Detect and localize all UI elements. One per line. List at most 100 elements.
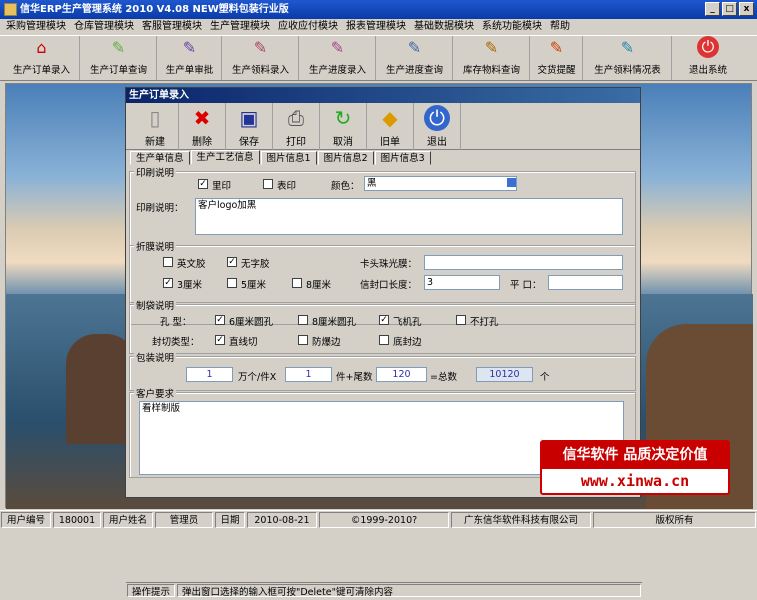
bottom-seal-checkbox[interactable] bbox=[379, 335, 389, 345]
delete-button[interactable]: ✖ 删除 bbox=[179, 103, 226, 150]
window-title: 信华ERP生产管理系统 2010 V4.08 NEW塑料包装行业版 bbox=[20, 4, 289, 15]
english-glue-label: 英文胶 bbox=[177, 259, 206, 270]
document-search-icon: ✎ bbox=[111, 37, 126, 57]
3cm-checkbox[interactable]: ✓ bbox=[163, 278, 173, 288]
save-button[interactable]: ▣ 保存 bbox=[226, 103, 273, 150]
tab-image-1[interactable]: 图片信息1 bbox=[260, 151, 317, 165]
stock-icon: ✎ bbox=[484, 37, 499, 57]
no-text-glue-checkbox[interactable]: ✓ bbox=[227, 257, 237, 267]
user-no-label: 用户编号 bbox=[1, 512, 51, 528]
menu-help[interactable]: 帮助 bbox=[550, 19, 570, 35]
hole-8cm-checkbox[interactable] bbox=[298, 315, 308, 325]
inner-print-checkbox[interactable]: ✓ bbox=[198, 179, 208, 189]
menu-receivables[interactable]: 应收应付模块 bbox=[278, 19, 338, 35]
piece-remainder-label: 件+尾数 bbox=[336, 372, 373, 383]
exit-system-button[interactable]: ⏻ 退出系统 bbox=[673, 36, 743, 80]
company-name: 广东信华软件科技有限公司 bbox=[451, 512, 591, 528]
material-request-button[interactable]: ✎ 生产领料录入 bbox=[223, 36, 299, 80]
fold-group-label: 折膜说明 bbox=[134, 239, 177, 253]
window-titlebar: 信华ERP生产管理系统 2010 V4.08 NEW塑料包装行业版 _ □ x bbox=[0, 0, 757, 19]
no-hole-checkbox[interactable] bbox=[456, 315, 466, 325]
pearl-film-input[interactable] bbox=[424, 255, 623, 270]
stock-query-button[interactable]: ✎ 库存物料查询 bbox=[454, 36, 530, 80]
hole-6cm-label: 6厘米圆孔 bbox=[229, 317, 274, 328]
plane-hole-label: 飞机孔 bbox=[393, 317, 422, 328]
new-button[interactable]: ▯ 新建 bbox=[132, 103, 179, 150]
hole-8cm-label: 8厘米圆孔 bbox=[312, 317, 357, 328]
cancel-button[interactable]: ↻ 取消 bbox=[320, 103, 367, 150]
pack-unit-label: 万个/件X bbox=[238, 372, 277, 383]
tab-process-info[interactable]: 生产工艺信息 bbox=[190, 150, 260, 164]
folder-icon: ◆ bbox=[382, 106, 398, 130]
hole-type-label: 孔 型： bbox=[160, 317, 192, 328]
burst-edge-checkbox[interactable] bbox=[298, 335, 308, 345]
straight-cut-checkbox[interactable]: ✓ bbox=[215, 335, 225, 345]
main-toolbar: ⌂ 生产订单录入 ✎ 生产订单查询 ✎ 生产单审批 ✎ 生产领料录入 ✎ 生产进度录入 ✎… bbox=[0, 35, 757, 81]
burst-edge-label: 防爆边 bbox=[312, 337, 341, 348]
order-query-button[interactable]: ✎ 生产订单查询 bbox=[81, 36, 157, 80]
copyright-text: ©1999-2010? bbox=[319, 512, 449, 528]
flap-length-input[interactable]: 3 bbox=[424, 275, 500, 290]
material-report-button[interactable]: ✎ 生产领料情况表 bbox=[584, 36, 672, 80]
color-input[interactable]: 黑 bbox=[364, 176, 517, 191]
close-button[interactable]: x bbox=[739, 2, 754, 16]
print-group-label: 印刷说明 bbox=[134, 165, 177, 179]
customer-group-label: 客户要求 bbox=[134, 386, 177, 400]
maximize-button[interactable]: □ bbox=[722, 2, 737, 16]
5cm-label: 5厘米 bbox=[241, 280, 267, 291]
pack-qty-input[interactable]: 1 bbox=[186, 367, 233, 382]
pack-group-label: 包装说明 bbox=[134, 350, 177, 364]
tab-image-2[interactable]: 图片信息2 bbox=[317, 151, 374, 165]
order-entry-window: 生产订单录入 ▯ 新建 ✖ 删除 ▣ 保存 ⎙ 打印 ↻ 取消 ◆ 旧单 ⏻ 退出 生产单信息… bbox=[125, 87, 642, 598]
user-name-value: 管理员 bbox=[155, 512, 213, 528]
inner-print-label: 里印 bbox=[212, 181, 232, 192]
exit-button[interactable]: ⏻ 退出 bbox=[414, 103, 461, 150]
piece-count-input[interactable]: 1 bbox=[285, 367, 332, 382]
menu-customer-service[interactable]: 客服管理模块 bbox=[142, 19, 202, 35]
total-unit-label: 个 bbox=[540, 372, 550, 383]
print-button[interactable]: ⎙ 打印 bbox=[273, 103, 320, 150]
flap-length-label: 信封口长度： bbox=[360, 280, 418, 291]
bag-group-label: 制袋说明 bbox=[134, 298, 177, 312]
bag-group: 制袋说明 孔 型： ✓ 6厘米圆孔 8厘米圆孔 ✓ 飞机孔 不打孔 封切类型： … bbox=[129, 298, 636, 354]
hint-bar: 操作提示 弹出窗口选择的输入框可按"Delete"键可清除内容 bbox=[126, 582, 642, 598]
menu-warehouse[interactable]: 仓库管理模块 bbox=[74, 19, 134, 35]
tab-order-info[interactable]: 生产单信息 bbox=[130, 151, 190, 165]
tab-bar: 生产单信息 生产工艺信息 图片信息1 图片信息2 图片信息3 bbox=[126, 150, 640, 165]
color-picker-icon[interactable] bbox=[507, 178, 516, 187]
3cm-label: 3厘米 bbox=[177, 280, 203, 291]
order-approval-button[interactable]: ✎ 生产单审批 bbox=[158, 36, 222, 80]
stamp-url: www.xinwa.cn bbox=[580, 472, 690, 490]
print-desc-label: 印刷说明： bbox=[136, 203, 184, 214]
remainder-input[interactable]: 120 bbox=[376, 367, 427, 382]
menu-purchase[interactable]: 采购管理模块 bbox=[6, 19, 66, 35]
english-glue-checkbox[interactable] bbox=[163, 257, 173, 267]
menu-reports[interactable]: 报表管理模块 bbox=[346, 19, 406, 35]
hole-6cm-checkbox[interactable]: ✓ bbox=[215, 315, 225, 325]
progress-entry-icon: ✎ bbox=[330, 37, 345, 57]
order-entry-button[interactable]: ⌂ 生产订单录入 bbox=[4, 36, 80, 80]
menu-system[interactable]: 系统功能模块 bbox=[482, 19, 542, 35]
reminder-icon: ✎ bbox=[549, 37, 564, 57]
progress-query-button[interactable]: ✎ 生产进度查询 bbox=[377, 36, 453, 80]
plane-hole-checkbox[interactable]: ✓ bbox=[379, 315, 389, 325]
outer-print-checkbox[interactable] bbox=[263, 179, 273, 189]
pack-group: 包装说明 1 万个/件X 1 件+尾数 120 =总数 10120 个 bbox=[129, 350, 636, 391]
brand-stamp: 信华软件 品质决定价值 www.xinwa.cn bbox=[540, 440, 730, 495]
progress-entry-button[interactable]: ✎ 生产进度录入 bbox=[300, 36, 376, 80]
flat-mouth-input[interactable] bbox=[548, 275, 623, 290]
menu-base-data[interactable]: 基础数据模块 bbox=[414, 19, 474, 35]
print-desc-input[interactable]: 客户logo加黑 bbox=[195, 198, 623, 235]
no-text-glue-label: 无字胶 bbox=[241, 259, 270, 270]
menu-production[interactable]: 生产管理模块 bbox=[210, 19, 270, 35]
tab-image-3[interactable]: 图片信息3 bbox=[374, 151, 431, 165]
outer-print-label: 表印 bbox=[277, 181, 297, 192]
delete-icon: ✖ bbox=[193, 106, 211, 130]
old-order-button[interactable]: ◆ 旧单 bbox=[367, 103, 414, 150]
minimize-button[interactable]: _ bbox=[705, 2, 720, 16]
bottom-seal-label: 底封边 bbox=[393, 337, 422, 348]
delivery-reminder-button[interactable]: ✎ 交货提醒 bbox=[531, 36, 583, 80]
8cm-checkbox[interactable] bbox=[292, 278, 302, 288]
total-value: 10120 bbox=[476, 367, 533, 382]
5cm-checkbox[interactable] bbox=[227, 278, 237, 288]
